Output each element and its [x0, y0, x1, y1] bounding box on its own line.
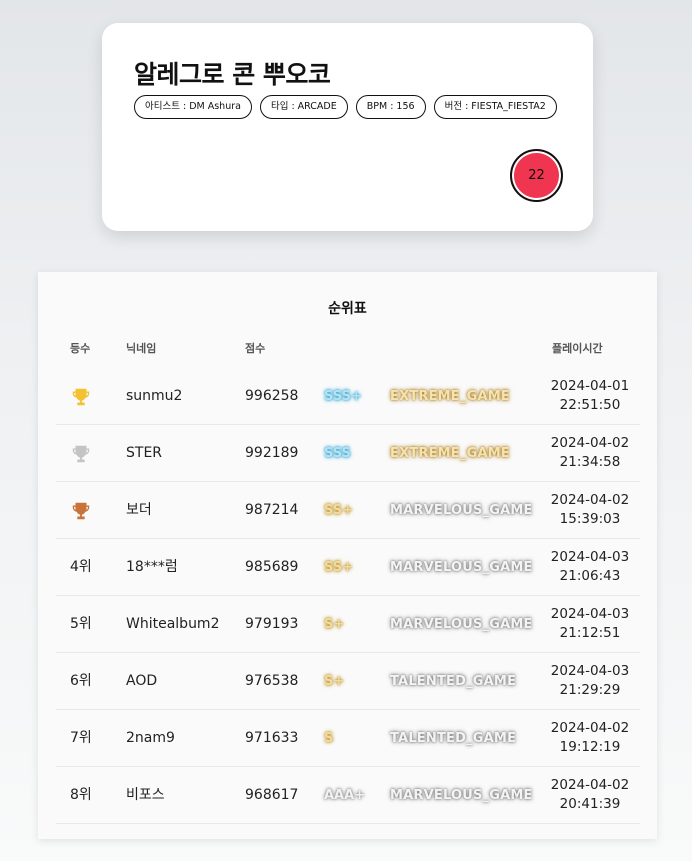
- plate-badge: MARVELOUS_GAME: [390, 788, 533, 803]
- bronze-trophy-icon: [72, 502, 90, 520]
- nickname: 보더: [126, 502, 152, 518]
- table-row: sunmu2 996258 SSS+ EXTREME_GAME 2024-04-01 22…: [56, 368, 640, 425]
- play-time: 2024-04-02 19:12:19: [542, 710, 638, 767]
- rank-label: 5위: [70, 616, 92, 632]
- play-clock: 21:34:58: [559, 454, 621, 470]
- grade-badge: AAA+: [324, 788, 366, 803]
- play-time: 2024-04-02 20:41:39: [542, 767, 638, 824]
- header-nickname: 닉네임: [126, 342, 157, 355]
- table-row: 8위 비포스 968617 AAA+ MARVELOUS_GAME 2024-04-02 2…: [56, 767, 640, 824]
- ranking-title: 순위표: [328, 301, 367, 317]
- play-clock: 15:39:03: [559, 511, 621, 527]
- table-row: 6위 AOD 976538 S+ TALENTED_GAME 2024-04-03 21:2…: [56, 653, 640, 710]
- version-tag: 버전 : FIESTA_FIESTA2: [433, 95, 557, 119]
- level-badge: 22: [510, 149, 563, 202]
- grade-badge: S+: [324, 674, 345, 689]
- grade-badge: S: [324, 731, 334, 746]
- play-clock: 20:41:39: [559, 796, 621, 812]
- score: 979193: [245, 616, 299, 632]
- grade-badge: SSS: [324, 446, 351, 461]
- nickname: STER: [126, 445, 163, 461]
- plate-badge: EXTREME_GAME: [390, 446, 510, 461]
- silver-trophy-icon: [72, 445, 90, 463]
- rank-label: 8위: [70, 787, 92, 803]
- table-row: 보더 987214 SS+ MARVELOUS_GAME 2024-04-02 15:39…: [56, 482, 640, 539]
- nickname: 비포스: [126, 787, 165, 803]
- play-time: 2024-04-03 21:29:29: [542, 653, 638, 710]
- play-time: 2024-04-03 21:06:43: [542, 539, 638, 596]
- play-clock: 19:12:19: [559, 739, 621, 755]
- bpm-tag: BPM : 156: [355, 95, 426, 119]
- nickname: AOD: [126, 673, 158, 689]
- grade-badge: SS+: [324, 503, 354, 518]
- header-playtime: 플레이시간: [552, 342, 603, 355]
- play-clock: 21:29:29: [559, 682, 621, 698]
- score: 987214: [245, 502, 299, 518]
- ranking-card: 순위표 등수 닉네임 점수 플레이시간 sunmu2 996258 SSS+ EXTR…: [38, 272, 657, 839]
- plate-badge: EXTREME_GAME: [390, 389, 510, 404]
- score: 992189: [245, 445, 299, 461]
- grade-badge: SS+: [324, 560, 354, 575]
- gold-trophy-icon: [72, 388, 90, 406]
- nickname: 18***럼: [126, 559, 178, 575]
- play-date: 2024-04-01: [550, 378, 630, 394]
- table-row: 4위 18***럼 985689 SS+ MARVELOUS_GAME 2024-04-0…: [56, 539, 640, 596]
- play-date: 2024-04-03: [550, 549, 630, 565]
- nickname: 2nam9: [126, 730, 175, 746]
- score: 968617: [245, 787, 299, 803]
- play-date: 2024-04-02: [550, 492, 630, 508]
- play-time: 2024-04-02 15:39:03: [542, 482, 638, 539]
- grade-badge: SSS+: [324, 389, 362, 404]
- plate-badge: MARVELOUS_GAME: [390, 503, 533, 518]
- score: 985689: [245, 559, 299, 575]
- plate-badge: MARVELOUS_GAME: [390, 560, 533, 575]
- play-date: 2024-04-02: [550, 777, 630, 793]
- header-rank: 등수: [70, 342, 91, 355]
- song-tags: 아티스트 : DM Ashura 타입 : ARCADE BPM : 156 버…: [134, 95, 557, 119]
- play-time: 2024-04-01 22:51:50: [542, 368, 638, 425]
- rank-label: 7위: [70, 730, 92, 746]
- table-row: STER 992189 SSS EXTREME_GAME 2024-04-02 21:34…: [56, 425, 640, 482]
- play-time: 2024-04-03 21:12:51: [542, 596, 638, 653]
- rank-label: 6위: [70, 673, 92, 689]
- play-date: 2024-04-03: [550, 663, 630, 679]
- play-date: 2024-04-02: [550, 720, 630, 736]
- play-time: 2024-04-02 21:34:58: [542, 425, 638, 482]
- score: 971633: [245, 730, 299, 746]
- nickname: sunmu2: [126, 388, 183, 404]
- plate-badge: TALENTED_GAME: [390, 731, 517, 746]
- plate-badge: MARVELOUS_GAME: [390, 617, 533, 632]
- rank-label: 4위: [70, 559, 92, 575]
- play-clock: 22:51:50: [559, 397, 621, 413]
- plate-badge: TALENTED_GAME: [390, 674, 517, 689]
- song-title: 알레그로 콘 뿌오코: [134, 60, 331, 89]
- play-date: 2024-04-02: [550, 435, 630, 451]
- nickname: Whitealbum2: [126, 616, 220, 632]
- table-row: 7위 2nam9 971633 S TALENTED_GAME 2024-04-02 19:…: [56, 710, 640, 767]
- table-row: 5위 Whitealbum2 979193 S+ MARVELOUS_GAME 2024-…: [56, 596, 640, 653]
- score: 996258: [245, 388, 299, 404]
- grade-badge: S+: [324, 617, 345, 632]
- play-date: 2024-04-03: [550, 606, 630, 622]
- play-clock: 21:06:43: [559, 568, 621, 584]
- header-score: 점수: [245, 342, 266, 355]
- song-info-card: 알레그로 콘 뿌오코 아티스트 : DM Ashura 타입 : ARCADE …: [102, 23, 593, 231]
- type-tag: 타입 : ARCADE: [259, 95, 348, 119]
- artist-tag: 아티스트 : DM Ashura: [134, 95, 252, 119]
- play-clock: 21:12:51: [559, 625, 621, 641]
- score: 976538: [245, 673, 299, 689]
